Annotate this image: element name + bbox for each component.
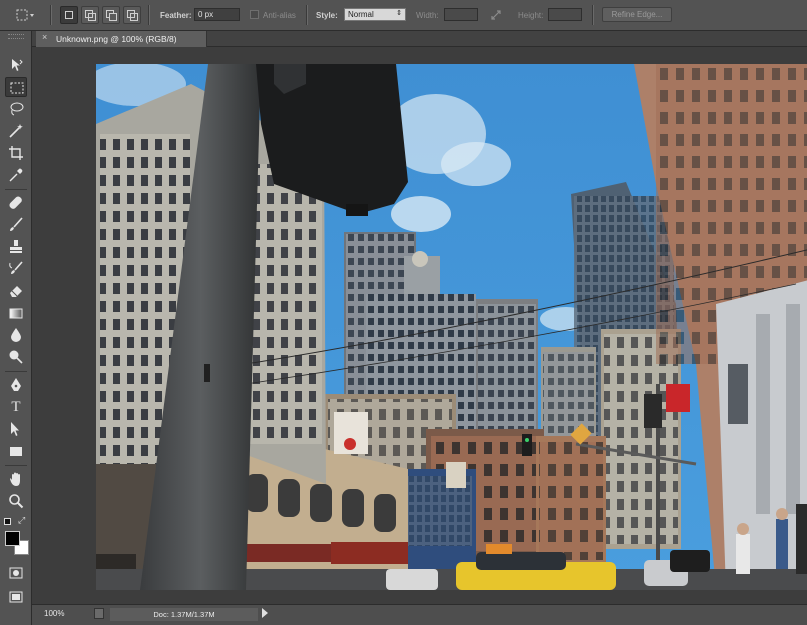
move-tool[interactable]	[5, 55, 27, 75]
eyedropper-tool[interactable]	[5, 165, 27, 185]
dodge-icon	[9, 350, 23, 364]
crop-tool[interactable]	[5, 143, 27, 163]
subtract-from-selection-button[interactable]	[102, 6, 120, 24]
gradient-icon	[9, 308, 23, 319]
intersect-with-selection-button[interactable]	[123, 6, 141, 24]
tool-separator	[5, 189, 27, 190]
pen-tool[interactable]	[5, 375, 27, 395]
quick-selection-tool[interactable]	[5, 121, 27, 141]
water-drop-icon	[11, 328, 21, 342]
zoom-tool[interactable]	[5, 491, 27, 511]
rectangle-icon	[10, 447, 22, 456]
swap-colors-icon[interactable]: ⤢	[18, 515, 25, 526]
width-label: Width:	[416, 11, 439, 20]
tool-separator	[5, 371, 27, 372]
chevron-updown-icon: ⇕	[396, 10, 402, 17]
dodge-tool[interactable]	[5, 347, 27, 367]
type-icon: T	[11, 399, 21, 415]
eraser-icon	[10, 286, 22, 297]
hand-tool[interactable]	[5, 469, 27, 489]
feather-input[interactable]: 0 px	[194, 8, 240, 21]
pen-icon	[11, 378, 21, 391]
style-select-value: Normal	[348, 10, 374, 19]
history-brush-icon	[9, 261, 23, 274]
foreground-color-swatch[interactable]	[5, 531, 20, 546]
default-colors-icon[interactable]	[4, 518, 11, 525]
eraser-tool[interactable]	[5, 281, 27, 301]
document-image[interactable]	[96, 64, 807, 590]
blur-tool[interactable]	[5, 325, 27, 345]
move-icon	[12, 59, 23, 71]
zoom-level-field[interactable]: 100%	[44, 609, 84, 621]
tools-panel: T ⤢	[0, 31, 32, 625]
height-input[interactable]	[548, 8, 582, 21]
marquee-preset-icon	[16, 9, 34, 21]
spot-healing-brush-tool[interactable]	[5, 193, 27, 213]
refine-edge-button[interactable]: Refine Edge...	[602, 7, 672, 22]
path-selection-icon	[11, 422, 19, 436]
magic-wand-icon	[9, 124, 23, 138]
style-label: Style:	[316, 11, 338, 20]
document-size-info[interactable]: Doc: 1.37M/1.37M	[110, 608, 258, 621]
width-input[interactable]	[444, 8, 478, 21]
eyedropper-icon	[9, 168, 23, 182]
anti-alias-checkbox[interactable]	[250, 10, 259, 19]
hand-icon	[10, 472, 20, 486]
style-select[interactable]: Normal ⇕	[344, 8, 406, 21]
add-to-selection-button[interactable]	[81, 6, 99, 24]
separator	[50, 5, 52, 25]
clone-stamp-tool[interactable]	[5, 237, 27, 257]
screen-mode[interactable]	[5, 587, 27, 607]
separator	[592, 5, 594, 25]
swap-width-height-icon[interactable]	[489, 8, 503, 22]
gradient-tool[interactable]	[5, 303, 27, 323]
canvas-area[interactable]	[32, 47, 807, 604]
panel-grip[interactable]	[8, 34, 24, 39]
quick-mask-mode[interactable]	[5, 563, 27, 583]
document-tab-bar: × Unknown.png @ 100% (RGB/8)	[32, 31, 807, 47]
document-info-icon[interactable]	[94, 608, 104, 619]
new-selection-button[interactable]	[60, 6, 78, 24]
options-bar: Feather: 0 px Anti-alias Style: Normal ⇕…	[0, 0, 807, 31]
magnifier-icon	[9, 494, 24, 509]
feather-label: Feather:	[160, 11, 192, 20]
tool-preset-picker[interactable]	[14, 6, 36, 24]
stamp-icon	[10, 240, 22, 253]
lasso-tool[interactable]	[5, 99, 27, 119]
status-menu-arrow-icon[interactable]	[262, 608, 268, 618]
anti-alias-label: Anti-alias	[263, 11, 296, 20]
screen-mode-icon	[9, 591, 23, 603]
close-icon[interactable]: ×	[42, 32, 47, 42]
status-bar: 100% Doc: 1.37M/1.37M	[32, 604, 807, 625]
brush-icon	[10, 217, 23, 231]
brush-tool[interactable]	[5, 215, 27, 235]
bandage-icon	[9, 196, 22, 209]
separator	[306, 5, 308, 25]
path-selection-tool[interactable]	[5, 419, 27, 439]
lasso-icon	[10, 102, 24, 116]
city-street-photo	[96, 64, 807, 590]
color-swatch-controls: ⤢	[4, 515, 28, 528]
document-title: Unknown.png @ 100% (RGB/8)	[56, 34, 177, 44]
rectangle-tool[interactable]	[5, 441, 27, 461]
height-label: Height:	[518, 11, 544, 20]
rectangular-marquee-tool[interactable]	[5, 77, 27, 97]
marquee-icon	[10, 82, 24, 94]
document-tab[interactable]: × Unknown.png @ 100% (RGB/8)	[36, 31, 207, 47]
type-tool[interactable]: T	[5, 397, 27, 417]
quick-mask-icon	[9, 567, 23, 579]
history-brush-tool[interactable]	[5, 259, 27, 279]
crop-icon	[9, 146, 23, 160]
tool-separator	[5, 465, 27, 466]
separator	[148, 5, 150, 25]
